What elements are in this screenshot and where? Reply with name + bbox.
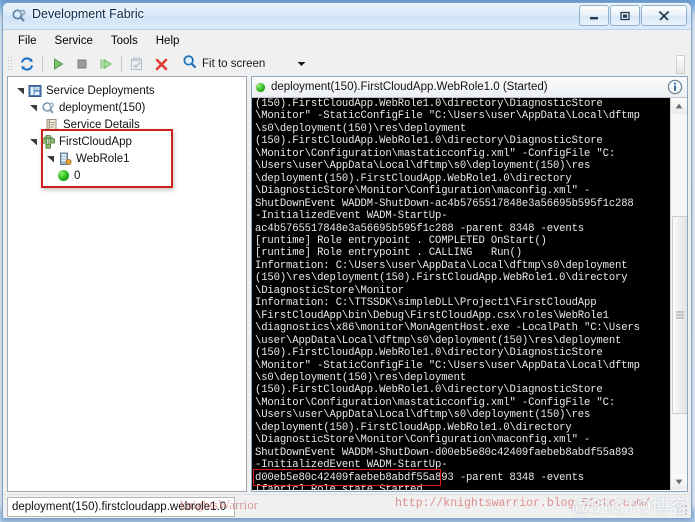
- toolbar: Fit to screen: [3, 52, 691, 77]
- tree-item-webrole1[interactable]: WebRole1: [14, 150, 246, 167]
- menu-tools[interactable]: Tools: [102, 33, 147, 49]
- tree-label-deployment: deployment(150): [59, 101, 146, 114]
- tree-label-instance-0: 0: [74, 169, 81, 182]
- stop-icon[interactable]: [70, 53, 94, 75]
- toolbar-grip[interactable]: [7, 56, 13, 72]
- status-text: deployment(150).firstcloudapp.webrole1.0: [7, 497, 235, 517]
- status-bar: deployment(150).firstcloudapp.webrole1.0: [3, 494, 691, 518]
- tree-item-instance-0[interactable]: 0: [14, 167, 246, 184]
- toolbar-overflow-grip[interactable]: [676, 55, 685, 74]
- toolbar-separator-1: [42, 56, 43, 72]
- tree-label-firstcloudapp: FirstCloudApp: [59, 135, 132, 148]
- menu-help[interactable]: Help: [147, 33, 189, 49]
- tree-label-webrole1: WebRole1: [76, 152, 130, 165]
- start-icon[interactable]: [46, 53, 70, 75]
- magnifier-icon: [182, 54, 198, 75]
- expander-collapse-icon[interactable]: [27, 100, 40, 116]
- deployment-icon: [40, 100, 56, 116]
- service-details-icon: [44, 117, 60, 133]
- console-header: deployment(150).FirstCloudApp.WebRole1.0…: [252, 77, 687, 98]
- content-area: Service Deployments deployment(150) Serv…: [3, 75, 691, 493]
- role-status-icon: [256, 82, 265, 92]
- tree-item-service-deployments[interactable]: Service Deployments: [14, 82, 246, 99]
- toolbar-separator-2: [121, 56, 122, 72]
- tree-label-service-deployments: Service Deployments: [46, 84, 155, 97]
- console-log-text: (150).FirstCloudApp.WebRole1.0\directory…: [255, 98, 640, 490]
- tree-item-deployment[interactable]: deployment(150): [14, 99, 246, 116]
- window-title: Development Fabric: [32, 7, 144, 21]
- expander-collapse-icon[interactable]: [27, 134, 40, 150]
- cloud-app-icon: [40, 134, 56, 150]
- close-button[interactable]: [641, 5, 687, 26]
- refresh-icon[interactable]: [15, 53, 39, 75]
- scroll-up-icon[interactable]: [671, 98, 687, 114]
- title-bar: Development Fabric: [3, 3, 691, 30]
- service-tree: Service Deployments deployment(150) Serv…: [8, 77, 246, 184]
- resize-grip-icon[interactable]: [676, 504, 688, 516]
- window-controls: [579, 5, 687, 26]
- step-icon[interactable]: [94, 53, 118, 75]
- menu-file[interactable]: File: [9, 33, 46, 49]
- zoom-selector[interactable]: Fit to screen: [182, 54, 309, 74]
- info-icon[interactable]: [667, 79, 683, 100]
- service-deployments-icon: [27, 83, 43, 99]
- menu-bar: File Service Tools Help: [3, 30, 691, 52]
- console-title: deployment(150).FirstCloudApp.WebRole1.0…: [271, 81, 548, 93]
- console-output[interactable]: (150).FirstCloudApp.WebRole1.0\directory…: [252, 98, 685, 490]
- console-scrollbar[interactable]: [670, 98, 687, 490]
- panel-splitter[interactable]: [246, 76, 250, 490]
- development-fabric-window: Development Fabric File Service Tools He…: [2, 2, 692, 519]
- delete-icon[interactable]: [149, 53, 173, 75]
- chevron-down-icon[interactable]: [293, 54, 309, 74]
- menu-service[interactable]: Service: [46, 33, 102, 49]
- scroll-down-icon[interactable]: [671, 474, 687, 490]
- tree-label-service-details: Service Details: [63, 118, 140, 131]
- scrollbar-thumb[interactable]: [672, 216, 687, 414]
- app-icon: [11, 8, 27, 24]
- web-role-icon: [57, 151, 73, 167]
- console-panel: deployment(150).FirstCloudApp.WebRole1.0…: [251, 76, 688, 492]
- zoom-value: Fit to screen: [202, 58, 266, 70]
- expander-collapse-icon[interactable]: [44, 151, 57, 167]
- maximize-button[interactable]: [610, 5, 640, 26]
- tree-item-firstcloudapp[interactable]: FirstCloudApp: [14, 133, 246, 150]
- attach-debugger-icon[interactable]: [125, 53, 149, 75]
- service-tree-panel: Service Deployments deployment(150) Serv…: [7, 76, 247, 492]
- expander-collapse-icon[interactable]: [14, 83, 27, 99]
- minimize-button[interactable]: [579, 5, 609, 26]
- tree-item-service-details[interactable]: Service Details: [14, 116, 246, 133]
- instance-status-icon: [58, 170, 69, 181]
